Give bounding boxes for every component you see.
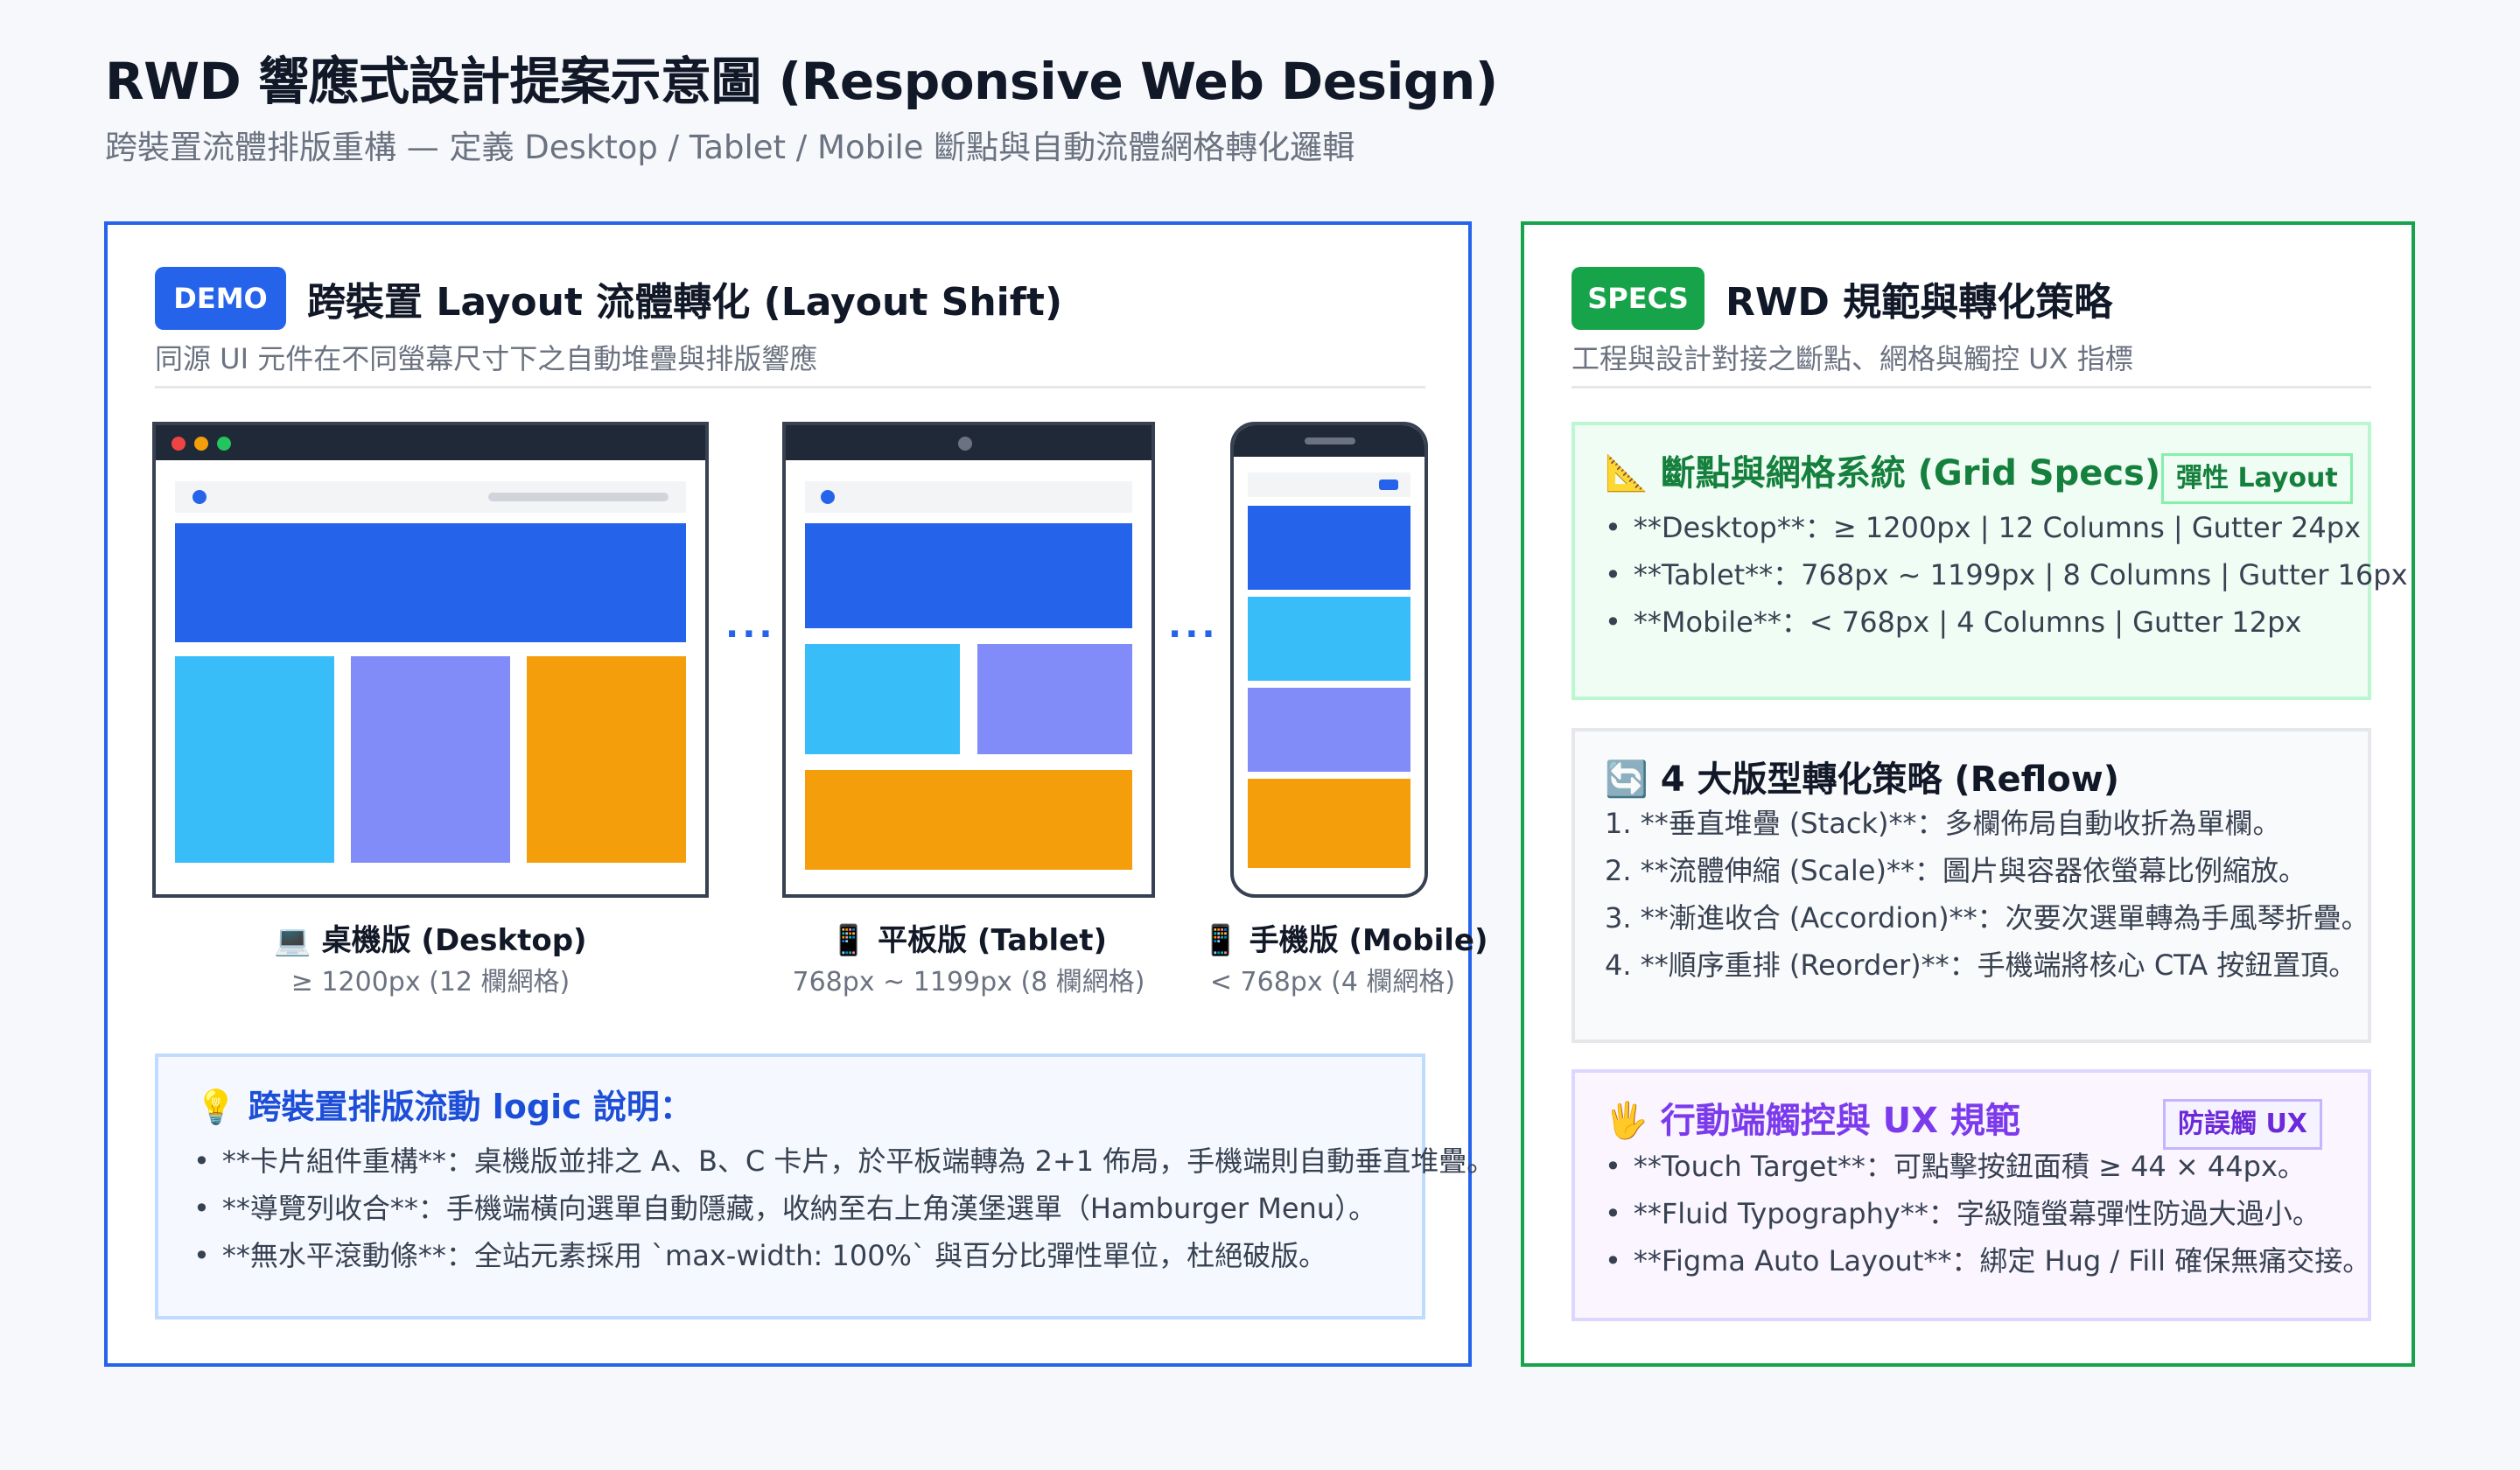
demo-heading: 跨裝置 Layout 流體轉化 (Layout Shift) — [307, 280, 1063, 325]
specs-divider — [1572, 386, 2371, 388]
hero-block — [175, 523, 686, 642]
card-a — [175, 656, 334, 863]
specs-panel: SPECS RWD 規範與轉化策略 工程與設計對接之斷點、網格與觸控 UX 指標… — [1521, 221, 2415, 1367]
flow-ellipsis-2: ··· — [1168, 614, 1219, 654]
desktop-spec: ≥ 1200px (12 欄網格) — [290, 967, 570, 998]
touch-ux-item: **Touch Target**：可點擊按鈕面積 ≥ 44 × 44px。 — [1605, 1143, 2370, 1190]
touch-ux-list: **Touch Target**：可點擊按鈕面積 ≥ 44 × 44px。 **… — [1605, 1143, 2370, 1284]
hero-block — [805, 523, 1132, 628]
page-title: RWD 響應式設計提案示意圖 (Responsive Web Design) — [105, 52, 1498, 111]
mobile-spec: < 768px (4 欄網格) — [1209, 967, 1456, 998]
touch-ux-item: **Figma Auto Layout**：綁定 Hug / Fill 確保無痛… — [1605, 1237, 2370, 1284]
tablet-spec: 768px ~ 1199px (8 欄網格) — [792, 967, 1145, 998]
logo-dot-icon — [192, 490, 206, 504]
card-c — [527, 656, 686, 863]
nav-links — [488, 493, 668, 501]
grid-spec-item: **Tablet**：768px ~ 1199px | 8 Columns | … — [1605, 551, 2408, 598]
reflow-item: 4. **順序重排 (Reorder)**：手機端將核心 CTA 按鈕置頂。 — [1605, 948, 2357, 982]
demo-panel: DEMO 跨裝置 Layout 流體轉化 (Layout Shift) 同源 U… — [104, 221, 1494, 1367]
mobile-label: 📱 手機版 (Mobile) — [1201, 923, 1488, 958]
page-subtitle: 跨裝置流體排版重構 — 定義 Desktop / Tablet / Mobile… — [105, 129, 1355, 166]
flow-ellipsis-1: ··· — [725, 614, 776, 654]
reflow-item: 2. **流體伸縮 (Scale)**：圖片與容器依螢幕比例縮放。 — [1605, 854, 2306, 887]
demo-tag: DEMO — [155, 267, 286, 330]
grid-spec-item: **Mobile**：< 768px | 4 Columns | Gutter … — [1605, 598, 2408, 646]
demo-subheading: 同源 UI 元件在不同螢幕尺寸下之自動堆疊與排版響應 — [155, 342, 818, 375]
tablet-label: 📱 平板版 (Tablet) — [830, 923, 1108, 958]
card-b — [351, 656, 510, 863]
close-dot-icon — [172, 437, 186, 451]
logic-title: 💡 跨裝置排版流動 logic 說明： — [195, 1088, 693, 1126]
reflow-item: 1. **垂直堆疊 (Stack)**：多欄佈局自動收折為單欄。 — [1605, 807, 2281, 840]
reflow-card-title: 🔄 4 大版型轉化策略 (Reflow) — [1605, 760, 2119, 800]
logic-item: **導覽列收合**：手機端橫向選單自動隱藏，收納至右上角漢堡選單（Hamburg… — [193, 1185, 1494, 1232]
card-c — [1248, 779, 1410, 868]
reflow-strategy-card: 🔄 4 大版型轉化策略 (Reflow) 1. **垂直堆疊 (Stack)**… — [1572, 728, 2371, 1043]
card-a — [1248, 597, 1410, 681]
logic-item: **無水平滾動條**：全站元素採用 `max-width: 100%` 與百分比… — [193, 1232, 1494, 1279]
reflow-list: 1. **垂直堆疊 (Stack)**：多欄佈局自動收折為單欄。 2. **流體… — [1605, 800, 2370, 989]
browser-bar — [156, 425, 705, 460]
touch-ux-card: 🖐 行動端觸控與 UX 規範 防誤觸 UX **Touch Target**：可… — [1572, 1069, 2371, 1321]
demo-divider — [155, 386, 1425, 388]
mobile-mockup — [1230, 422, 1428, 898]
tablet-mockup — [782, 422, 1155, 898]
camera-icon — [958, 437, 972, 451]
grid-card-title: 📐 斷點與網格系統 (Grid Specs) — [1605, 453, 2161, 494]
mobile-navbar — [1248, 472, 1410, 497]
logic-box: 💡 跨裝置排版流動 logic 說明： **卡片組件重構**：桌機版並排之 A、… — [155, 1054, 1494, 1320]
grid-spec-item: **Desktop**：≥ 1200px | 12 Columns | Gutt… — [1605, 504, 2408, 551]
tablet-bar — [786, 425, 1152, 460]
card-b — [977, 644, 1132, 754]
specs-subheading: 工程與設計對接之斷點、網格與觸控 UX 指標 — [1572, 342, 2133, 375]
desktop-mockup — [152, 422, 709, 898]
minimize-dot-icon — [194, 437, 208, 451]
reflow-item: 3. **漸進收合 (Accordion)**：次要次選單轉為手風琴折疊。 — [1605, 901, 2370, 934]
touch-ux-item: **Fluid Typography**：字級隨螢幕彈性防過大過小。 — [1605, 1190, 2370, 1237]
card-a — [805, 644, 960, 754]
flex-layout-badge: 彈性 Layout — [2161, 453, 2353, 504]
hero-block — [1248, 506, 1410, 590]
specs-tag: SPECS — [1572, 267, 1704, 330]
tablet-navbar — [805, 481, 1132, 513]
maximize-dot-icon — [217, 437, 231, 451]
card-c — [805, 770, 1132, 870]
grid-spec-list: **Desktop**：≥ 1200px | 12 Columns | Gutt… — [1605, 504, 2408, 646]
speaker-icon — [1305, 438, 1355, 444]
card-b — [1248, 688, 1410, 772]
hamburger-menu-icon — [1379, 480, 1398, 490]
specs-heading: RWD 規範與轉化策略 — [1726, 280, 2113, 325]
phone-notch-bar — [1234, 425, 1424, 457]
logic-item: **卡片組件重構**：桌機版並排之 A、B、C 卡片，於平板端轉為 2+1 佈局… — [193, 1138, 1494, 1185]
logo-dot-icon — [821, 490, 835, 504]
desktop-navbar — [175, 481, 686, 513]
grid-specs-card: 📐 斷點與網格系統 (Grid Specs) 彈性 Layout **Deskt… — [1572, 422, 2408, 700]
touch-card-title: 🖐 行動端觸控與 UX 規範 — [1605, 1101, 2020, 1141]
logic-list: **卡片組件重構**：桌機版並排之 A、B、C 卡片，於平板端轉為 2+1 佈局… — [193, 1138, 1494, 1279]
desktop-label: 💻 桌機版 (Desktop) — [274, 923, 587, 958]
